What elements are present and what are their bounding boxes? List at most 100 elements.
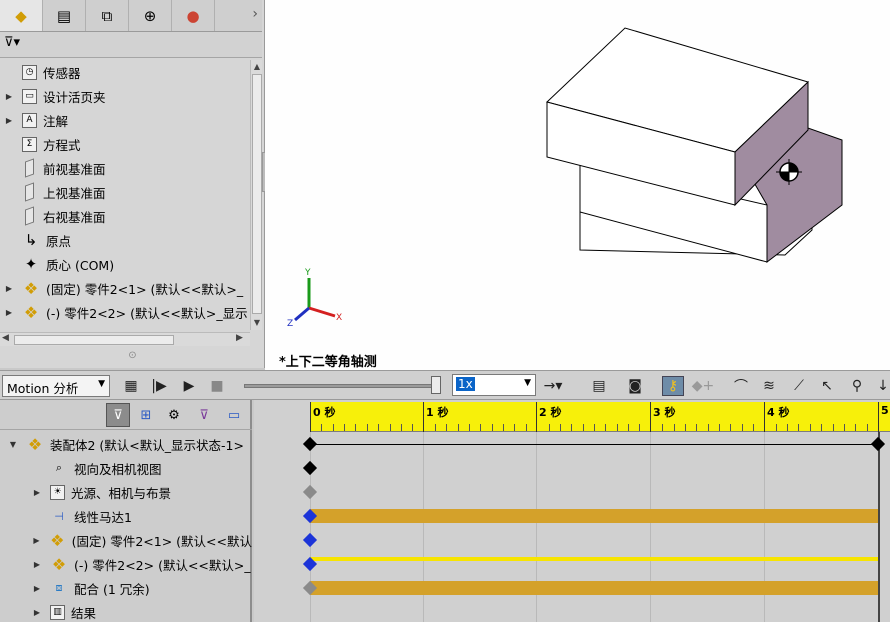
filter-results-button[interactable]: ⊽ <box>192 403 216 427</box>
scroll-up-icon[interactable]: ▲ <box>252 62 262 72</box>
playback-speed-select[interactable]: 1x ▼ <box>452 374 536 396</box>
ruler-minor-tick <box>378 424 380 431</box>
motion-row-part-2[interactable]: ▶ ❖ (-) 零件2<2> (默认<<默认>_ <box>0 552 252 576</box>
tree-item-sensors[interactable]: ◷ 传感器 <box>0 60 81 84</box>
lights-key[interactable] <box>302 484 318 500</box>
stop-button[interactable]: ■ <box>206 376 228 396</box>
property-manager-tab[interactable]: ▤ <box>43 0 86 31</box>
tree-item-equations[interactable]: Σ 方程式 <box>0 132 81 156</box>
tree-item-right-plane[interactable]: 右视基准面 <box>0 204 106 228</box>
lights-icon: ☀ <box>50 484 65 500</box>
scroll-right-icon[interactable]: ▶ <box>236 333 243 343</box>
filter-plot-button[interactable]: ▭ <box>222 403 246 427</box>
assembly-end-key[interactable] <box>870 436 886 452</box>
expand-arrow[interactable]: ▼ <box>6 440 20 449</box>
mates-bar[interactable] <box>310 581 878 595</box>
motion-row-assembly[interactable]: ▼ ❖ 装配体2 (默认<默认_显示状态-1> <box>0 432 252 456</box>
tree-item-design-binder[interactable]: ▶ ▭ 设计活页夹 <box>0 84 106 108</box>
origin-icon: ↳ <box>24 231 38 249</box>
study-type-select[interactable]: Motion 分析 ▼ <box>2 375 110 397</box>
expand-arrow[interactable]: ▶ <box>30 608 44 617</box>
gravity-button[interactable]: ↓ <box>872 376 890 396</box>
animation-wizard-button[interactable]: ◙ <box>624 376 646 396</box>
x-axis-label: X <box>336 313 342 323</box>
scroll-left-icon[interactable]: ◀ <box>2 333 9 343</box>
expand-arrow[interactable]: ▶ <box>30 560 44 569</box>
display-manager-tab[interactable]: ● <box>172 0 215 31</box>
assembly-start-key[interactable] <box>302 436 318 452</box>
tree-item-mates[interactable]: ▶ ⧈ 配合 <box>0 324 72 330</box>
save-animation-button[interactable]: ▤ <box>588 376 610 396</box>
dimxpert-tab[interactable]: ⊕ <box>129 0 172 31</box>
motion-row-label: 光源、相机与布景 <box>71 485 172 501</box>
motor-button[interactable]: ⌒ <box>730 376 752 396</box>
ruler-minor-tick <box>832 424 834 431</box>
part2-motion-bar[interactable] <box>310 557 878 561</box>
play-from-start-button[interactable]: |▶ <box>148 376 170 396</box>
motion-row-camera[interactable]: ⌕ 视向及相机视图 <box>0 456 252 480</box>
motion-row-label: 配合 (1 冗余) <box>74 581 150 597</box>
configuration-manager-tab[interactable]: ⧉ <box>86 0 129 31</box>
tree-item-label: 上视基准面 <box>43 185 106 201</box>
motion-timeline[interactable]: 0 秒 1 秒 2 秒 3 秒 4 秒 5 <box>254 400 890 622</box>
motion-row-mates[interactable]: ▶ ⧈ 配合 (1 冗余) <box>0 576 252 600</box>
playback-mode-icon: →▾ <box>543 378 563 394</box>
motion-row-part-1[interactable]: ▶ ❖ (固定) 零件2<1> (默认<<默认 <box>0 528 252 552</box>
tree-vertical-scrollbar[interactable]: ▲ ▼ <box>250 60 262 330</box>
model-viewport[interactable]: Y X Z <box>265 0 890 370</box>
motion-row-lights[interactable]: ▶ ☀ 光源、相机与布景 <box>0 480 252 504</box>
motion-row-results[interactable]: ▶ ▥ 结果 <box>0 600 252 622</box>
tree-item-center-of-mass[interactable]: ✦ 质心 (COM) <box>0 252 114 276</box>
spring-button[interactable]: ≋ <box>758 376 780 396</box>
panel-splitter[interactable]: ⊙ <box>0 350 265 368</box>
expand-arrow[interactable]: ▶ <box>30 584 44 593</box>
chevron-right-icon[interactable]: › <box>252 6 258 22</box>
expand-arrow[interactable]: ▶ <box>30 488 44 497</box>
expand-arrow[interactable]: ▶ <box>30 536 43 545</box>
expand-arrow[interactable]: ▶ <box>2 308 16 317</box>
damper-button[interactable]: ⟋ <box>788 376 810 396</box>
ruler-minor-tick <box>491 424 493 431</box>
part1-key[interactable] <box>302 532 318 548</box>
calculate-button[interactable]: ▦ <box>120 376 142 396</box>
feature-tree-tab[interactable]: ◆ <box>0 0 43 31</box>
expand-arrow[interactable]: ▶ <box>2 92 16 101</box>
autokey-button[interactable]: ⚷ <box>662 376 684 396</box>
playback-slider-thumb[interactable] <box>431 376 441 394</box>
playback-slider-track[interactable] <box>244 384 438 388</box>
playback-mode-button[interactable]: →▾ <box>542 376 564 396</box>
expand-arrow[interactable]: ▶ <box>2 116 16 125</box>
force-button[interactable]: ↖ <box>816 376 838 396</box>
tree-item-top-plane[interactable]: 上视基准面 <box>0 180 106 204</box>
tree-item-annotations[interactable]: ▶ A 注解 <box>0 108 68 132</box>
play-button[interactable]: ▶ <box>178 376 200 396</box>
motion-row-linear-motor[interactable]: ⊣ 线性马达1 <box>0 504 252 528</box>
filter-selected-button[interactable]: ⚙ <box>162 403 186 427</box>
center-of-mass-icon: ✦ <box>24 255 38 273</box>
assembly-duration-line[interactable] <box>310 444 878 445</box>
filter-animated-button[interactable]: ⊽ <box>106 403 130 427</box>
camera-key[interactable] <box>302 460 318 476</box>
scrollbar-thumb[interactable] <box>252 74 262 314</box>
expand-arrow[interactable]: ▶ <box>2 284 16 293</box>
ruler-minor-tick <box>503 424 505 431</box>
add-key-button[interactable]: ◆+ <box>692 376 715 396</box>
spring-icon: ≋ <box>763 378 775 394</box>
scroll-down-icon[interactable]: ▼ <box>252 318 262 328</box>
tree-item-part-1[interactable]: ▶ ❖ (固定) 零件2<1> (默认<<默认>_ <box>0 276 243 300</box>
time-ruler[interactable]: 0 秒 1 秒 2 秒 3 秒 4 秒 5 <box>310 402 890 432</box>
motion-row-label: 线性马达1 <box>74 509 132 525</box>
study-type-value: Motion 分析 <box>7 381 79 396</box>
ruler-minor-tick <box>525 424 527 431</box>
tree-item-part-2[interactable]: ▶ ❖ (-) 零件2<2> (默认<<默认>_显示 <box>0 300 248 324</box>
ruler-minor-tick <box>571 424 573 431</box>
tree-item-front-plane[interactable]: 前视基准面 <box>0 156 106 180</box>
scrollbar-thumb[interactable] <box>14 335 174 345</box>
graphics-area[interactable]: Y X Z *上下二等角轴测 <box>265 0 890 370</box>
motor-bar[interactable] <box>310 509 878 523</box>
filter-driving-button[interactable]: ⊞ <box>134 403 158 427</box>
tree-filter[interactable]: ⊽▾ <box>0 32 262 58</box>
tree-item-origin[interactable]: ↳ 原点 <box>0 228 71 252</box>
contact-button[interactable]: ⚲ <box>846 376 868 396</box>
tree-horizontal-scrollbar[interactable]: ◀ ▶ <box>0 332 250 346</box>
